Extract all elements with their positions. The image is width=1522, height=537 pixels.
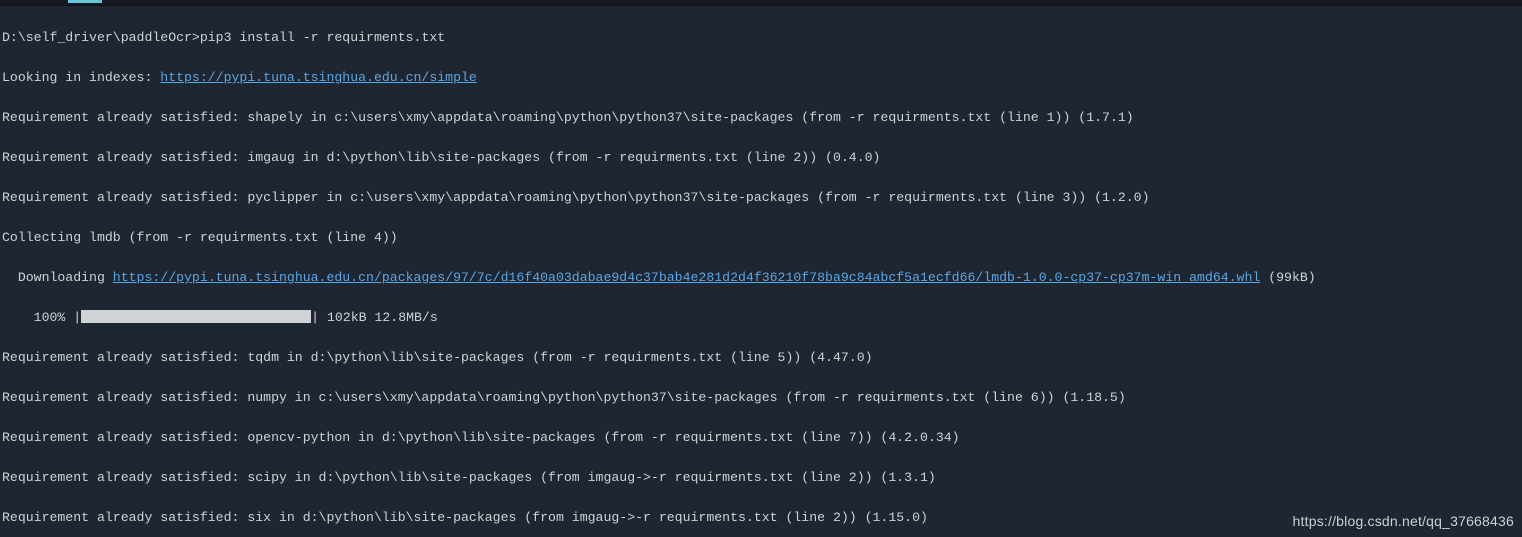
req-prefix: Requirement already satisfied:: [2, 470, 247, 485]
req-text: shapely in c:\users\xmy\appdata\roaming\…: [247, 110, 1133, 125]
download-size: (99kB): [1260, 270, 1315, 285]
req-line: Requirement already satisfied: tqdm in d…: [2, 348, 1518, 368]
index-url-link[interactable]: https://pypi.tuna.tsinghua.edu.cn/simple: [160, 70, 477, 85]
download-line: Downloading https://pypi.tuna.tsinghua.e…: [2, 268, 1518, 288]
req-prefix: Requirement already satisfied:: [2, 390, 247, 405]
req-prefix: Requirement already satisfied:: [2, 350, 247, 365]
progress-right: | 102kB 12.8MB/s: [311, 310, 438, 325]
index-line: Looking in indexes: https://pypi.tuna.ts…: [2, 68, 1518, 88]
download-prefix: Downloading: [2, 270, 113, 285]
collect-line: Collecting lmdb (from -r requirments.txt…: [2, 228, 1518, 248]
editor-tabbar: [0, 0, 1522, 6]
index-prefix: Looking in indexes:: [2, 70, 160, 85]
progress-line: 100% | | 102kB 12.8MB/s: [2, 308, 1518, 328]
req-line: Requirement already satisfied: opencv-py…: [2, 428, 1518, 448]
prompt-command: pip3 install -r requirments.txt: [200, 30, 445, 45]
req-line: Requirement already satisfied: pyclipper…: [2, 188, 1518, 208]
req-prefix: Requirement already satisfied:: [2, 110, 247, 125]
req-prefix: Requirement already satisfied:: [2, 430, 247, 445]
prompt-path: D:\self_driver\paddleOcr>: [2, 30, 200, 45]
req-line: Requirement already satisfied: scipy in …: [2, 468, 1518, 488]
req-line: Requirement already satisfied: numpy in …: [2, 388, 1518, 408]
req-text: numpy in c:\users\xmy\appdata\roaming\py…: [247, 390, 1125, 405]
progress-bar: [81, 310, 311, 323]
prompt-line: D:\self_driver\paddleOcr>pip3 install -r…: [2, 28, 1518, 48]
req-text: pyclipper in c:\users\xmy\appdata\roamin…: [247, 190, 1149, 205]
terminal-output[interactable]: D:\self_driver\paddleOcr>pip3 install -r…: [0, 8, 1522, 537]
req-line: Requirement already satisfied: shapely i…: [2, 108, 1518, 128]
active-tab-indicator: [68, 0, 102, 3]
req-line: Requirement already satisfied: imgaug in…: [2, 148, 1518, 168]
download-url-link[interactable]: https://pypi.tuna.tsinghua.edu.cn/packag…: [113, 270, 1261, 285]
req-text: tqdm in d:\python\lib\site-packages (fro…: [247, 350, 872, 365]
req-prefix: Requirement already satisfied:: [2, 150, 247, 165]
req-prefix: Requirement already satisfied:: [2, 190, 247, 205]
watermark-text: https://blog.csdn.net/qq_37668436: [1293, 511, 1514, 531]
req-text: scipy in d:\python\lib\site-packages (fr…: [247, 470, 936, 485]
req-prefix: Requirement already satisfied:: [2, 510, 247, 525]
req-line: Requirement already satisfied: six in d:…: [2, 508, 1518, 528]
progress-left: 100% |: [2, 310, 81, 325]
req-text: opencv-python in d:\python\lib\site-pack…: [247, 430, 959, 445]
req-text: six in d:\python\lib\site-packages (from…: [247, 510, 928, 525]
req-text: imgaug in d:\python\lib\site-packages (f…: [247, 150, 880, 165]
